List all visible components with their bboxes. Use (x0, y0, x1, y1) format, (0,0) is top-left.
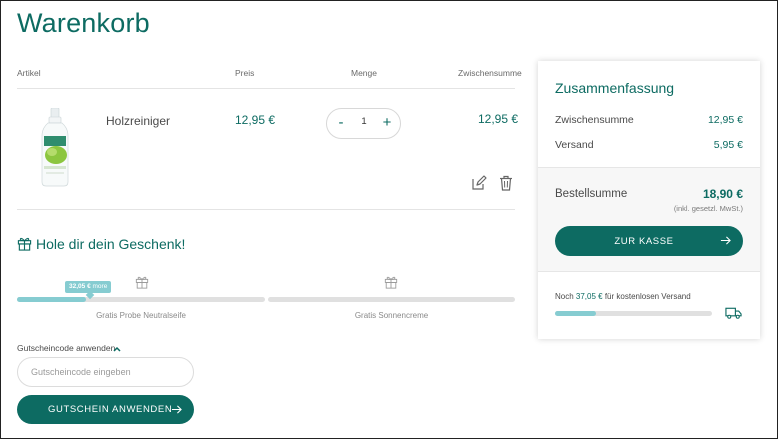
trash-icon[interactable] (498, 175, 514, 191)
chevron-up-icon[interactable] (112, 344, 122, 354)
badge-suffix: more (92, 283, 108, 290)
table-header-divider (17, 88, 515, 89)
apply-coupon-label: GUTSCHEIN ANWENDEN (48, 404, 173, 415)
edit-icon[interactable] (471, 175, 487, 191)
column-header-subtotal: Zwischensumme (458, 68, 522, 78)
product-name[interactable]: Holzreiniger (106, 114, 170, 128)
gift-icon (17, 237, 32, 251)
checkout-button[interactable]: ZUR KASSE (555, 226, 743, 256)
order-summary-card: Zusammenfassung Zwischensumme 12,95 € Ve… (538, 61, 760, 339)
quantity-stepper: - 1 + (326, 108, 401, 139)
item-subtotal: 12,95 € (478, 112, 519, 126)
free-shipping-message: Noch 37,05 € für kostenlosen Versand (555, 292, 691, 301)
arrow-right-icon (720, 236, 731, 245)
gift-title: Hole dir dein Geschenk! (36, 236, 186, 252)
quantity-value[interactable]: 1 (357, 116, 371, 127)
tier-label-1: Gratis Probe Neutralseife (96, 311, 186, 320)
column-header-quantity: Menge (351, 68, 377, 78)
coupon-toggle[interactable]: Gutscheincode anwenden (17, 343, 115, 353)
shipping-suffix: für kostenlosen Versand (602, 292, 691, 301)
page-title: Warenkorb (17, 8, 150, 38)
summary-shipping-value: 5,95 € (713, 139, 743, 151)
item-divider (17, 209, 515, 210)
gift-remaining-badge: 32,05 € more (65, 281, 112, 293)
summary-title: Zusammenfassung (555, 80, 675, 96)
truck-icon (725, 307, 742, 319)
shipping-prefix: Noch (555, 292, 576, 301)
arrow-right-icon (171, 405, 182, 414)
decrease-quantity-button[interactable]: - (333, 114, 349, 132)
tax-note: (inkl. gesetzl. MwSt.) (673, 204, 743, 213)
summary-shipping-label: Versand (555, 139, 594, 151)
summary-total-section: Bestellsumme 18,90 € (inkl. gesetzl. MwS… (538, 167, 760, 272)
shipping-progress-fill (555, 311, 596, 316)
checkout-label: ZUR KASSE (614, 236, 674, 247)
gift-progress-fill (17, 297, 86, 302)
shipping-remaining-amount: 37,05 € (575, 292, 603, 301)
order-total-label: Bestellsumme (555, 188, 628, 200)
apply-coupon-button[interactable]: GUTSCHEIN ANWENDEN (17, 395, 194, 424)
column-header-price: Preis (235, 68, 255, 78)
summary-subtotal-value: 12,95 € (707, 114, 743, 126)
summary-subtotal-label: Zwischensumme (555, 114, 634, 126)
tier-gift-icon (384, 276, 398, 289)
gift-progress-track-2 (268, 297, 515, 302)
order-total-value: 18,90 € (702, 187, 743, 201)
item-price: 12,95 € (235, 113, 276, 127)
column-header-article: Artikel (17, 68, 41, 78)
coupon-code-input[interactable] (17, 357, 194, 387)
tier-label-2: Gratis Sonnencreme (354, 311, 429, 320)
product-bottle-image[interactable] (36, 108, 74, 188)
tier-gift-icon (135, 276, 149, 289)
increase-quantity-button[interactable]: + (379, 114, 395, 132)
badge-amount: 32,05 € (69, 283, 91, 290)
